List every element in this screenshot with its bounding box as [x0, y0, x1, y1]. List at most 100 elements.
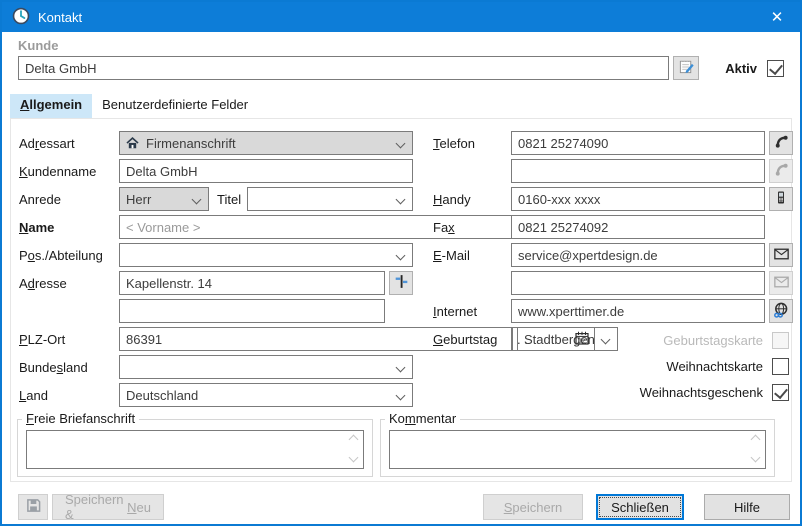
tab-panel-allgemein: Adressart Firmenanschrift Kundenname Anr… [10, 118, 792, 482]
button-bar: Speichern & Neu Speichern Schließen Hilf… [18, 494, 790, 520]
schliessen-button[interactable]: Schließen [596, 494, 684, 520]
email2-input[interactable] [511, 271, 765, 295]
kunde-label: Kunde [18, 38, 784, 54]
telefon2-input[interactable] [511, 159, 765, 183]
kommentar-group: Kommentar [380, 419, 775, 477]
open-website-button[interactable] [769, 299, 793, 323]
briefanschrift-group: Freie Briefanschrift [17, 419, 373, 477]
titlebar: Kontakt ✕ [2, 2, 800, 32]
phone-icon [774, 134, 789, 152]
mobile-phone-icon [774, 190, 788, 208]
hilfe-button[interactable]: Hilfe [704, 494, 790, 520]
chevron-down-icon [396, 139, 406, 149]
bundesland-label: Bundesland [19, 360, 119, 375]
aktiv-label: Aktiv [725, 61, 757, 76]
pos-abteilung-select[interactable] [119, 243, 413, 267]
adresse2-input[interactable] [119, 299, 385, 323]
chevron-down-icon [396, 363, 406, 373]
titel-select[interactable] [247, 187, 413, 211]
geburtstagskarte-row: Geburtstagskarte [559, 327, 789, 353]
scroll-down-icon[interactable] [750, 453, 760, 463]
send-mail-button[interactable] [769, 243, 793, 267]
textarea-scrollbar[interactable] [347, 436, 359, 463]
land-select[interactable]: Deutschland [119, 383, 413, 407]
weihnachtsgeschenk-label: Weihnachtsgeschenk [640, 385, 763, 400]
chevron-down-icon [192, 195, 202, 205]
plz-ort-label: PLZ-Ort [19, 332, 119, 347]
clock-app-icon [12, 7, 30, 28]
window-title: Kontakt [38, 10, 82, 25]
weihnachtskarte-row: Weihnachtskarte [559, 353, 789, 379]
scroll-down-icon[interactable] [348, 453, 358, 463]
chevron-down-icon [396, 251, 406, 261]
edit-note-icon [678, 58, 695, 78]
geburtstag-label: Geburtstag [433, 332, 511, 347]
call-mobile-button[interactable] [769, 187, 793, 211]
save-icon-button [18, 494, 48, 520]
weihnachtskarte-checkbox[interactable] [772, 358, 789, 375]
briefanschrift-label: Freie Briefanschrift [22, 411, 139, 426]
anrede-value: Herr [126, 192, 151, 207]
call-button-disabled [769, 159, 793, 183]
bundesland-select[interactable] [119, 355, 413, 379]
house-icon [126, 137, 139, 149]
email-label: E-Mail [433, 248, 511, 263]
geburtstagskarte-checkbox [772, 332, 789, 349]
handy-label: Handy [433, 192, 511, 207]
tab-allgemein[interactable]: Allgemein [10, 94, 92, 118]
adresse-map-button[interactable] [389, 271, 413, 295]
land-label: Land [19, 388, 119, 403]
card-options-group: Geburtstagskarte Weihnachtskarte Weihnac… [559, 327, 789, 405]
land-value: Deutschland [126, 388, 198, 403]
chevron-down-icon [396, 195, 406, 205]
weihnachtskarte-label: Weihnachtskarte [666, 359, 763, 374]
email1-input[interactable] [511, 243, 765, 267]
scroll-up-icon[interactable] [750, 435, 760, 445]
street-sign-icon [394, 274, 409, 292]
adresse-label: Adresse [19, 276, 119, 291]
speichern-neu-button: Speichern & Neu [52, 494, 164, 520]
geburtstagskarte-label: Geburtstagskarte [663, 333, 763, 348]
call-button[interactable] [769, 131, 793, 155]
scroll-up-icon[interactable] [348, 435, 358, 445]
adressart-label: Adressart [19, 136, 119, 151]
floppy-disk-icon [26, 498, 41, 516]
telefon-label: Telefon [433, 136, 511, 151]
weihnachtsgeschenk-checkbox[interactable] [772, 384, 789, 401]
name-label: Name [19, 220, 119, 235]
kontakt-dialog: Kontakt ✕ Kunde Aktiv Allgemein Benutzer… [0, 0, 802, 526]
kommentar-label: Kommentar [385, 411, 460, 426]
kommentar-textarea[interactable] [389, 430, 766, 469]
adressart-value: Firmenanschrift [146, 136, 236, 151]
internet-label: Internet [433, 304, 511, 319]
tab-benutzerdefinierte-felder[interactable]: Benutzerdefinierte Felder [92, 94, 258, 118]
fax-input[interactable] [511, 215, 765, 239]
globe-link-icon [773, 302, 789, 321]
send-mail-button-disabled [769, 271, 793, 295]
handy-input[interactable] [511, 187, 765, 211]
briefanschrift-textarea[interactable] [26, 430, 364, 469]
titel-label: Titel [217, 192, 241, 207]
internet-input[interactable] [511, 299, 765, 323]
edit-contact-button[interactable] [673, 56, 699, 80]
kunde-input[interactable] [18, 56, 669, 80]
weihnachtsgeschenk-row: Weihnachtsgeschenk [559, 379, 789, 405]
anrede-select[interactable]: Herr [119, 187, 209, 211]
chevron-down-icon [396, 391, 406, 401]
kunde-section: Kunde Aktiv [2, 38, 800, 80]
kundenname-input[interactable] [119, 159, 413, 183]
textarea-scrollbar[interactable] [749, 436, 761, 463]
mail-icon [774, 276, 789, 291]
anrede-label: Anrede [19, 192, 119, 207]
fax-label: Fax [433, 220, 511, 235]
telefon1-input[interactable] [511, 131, 765, 155]
speichern-button: Speichern [483, 494, 583, 520]
adressart-select[interactable]: Firmenanschrift [119, 131, 413, 155]
pos-abteilung-label: Pos./Abteilung [19, 248, 119, 263]
geburtstag-value: . . [517, 332, 528, 347]
phone-icon [774, 162, 789, 180]
aktiv-checkbox[interactable] [767, 60, 784, 77]
tab-strip: Allgemein Benutzerdefinierte Felder [10, 94, 792, 118]
close-button[interactable]: ✕ [754, 2, 800, 32]
adresse-input[interactable] [119, 271, 385, 295]
